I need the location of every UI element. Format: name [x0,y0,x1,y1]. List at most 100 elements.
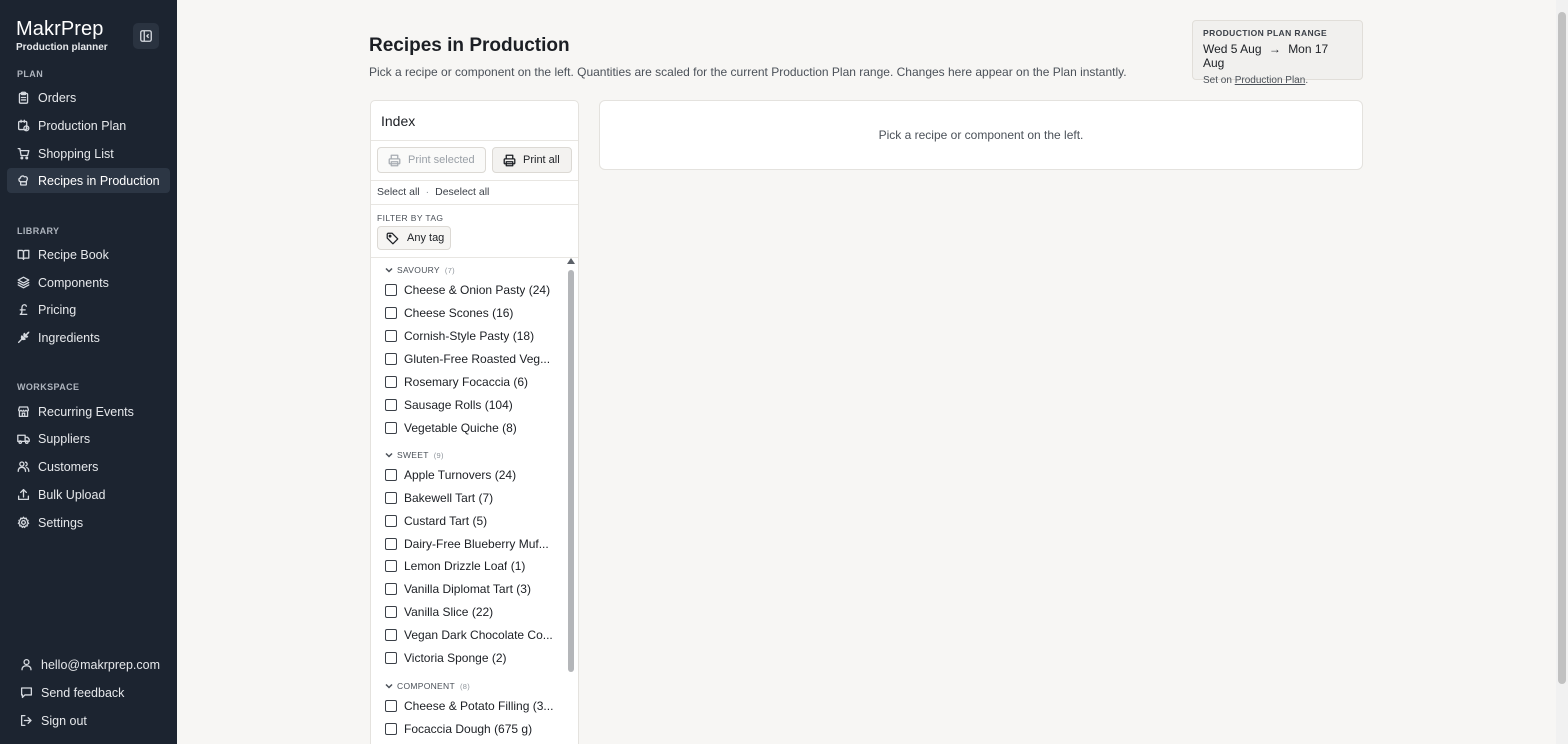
list-item[interactable]: Focaccia Dough (675 g) [385,722,565,736]
list-item[interactable]: Bakewell Tart (7) [385,491,565,505]
index-scrollbar[interactable] [567,258,575,744]
nav-item-pricing[interactable]: Pricing [7,297,170,322]
nav-item-shopping-list[interactable]: Shopping List [7,141,170,166]
group-name: COMPONENT [397,681,455,691]
detail-panel: Pick a recipe or component on the left. [599,100,1363,170]
checkbox[interactable] [385,376,397,388]
checkbox[interactable] [385,307,397,319]
checkbox[interactable] [385,538,397,550]
section-label-workspace: WORKSPACE [17,382,80,392]
checkbox[interactable] [385,606,397,618]
checkbox[interactable] [385,723,397,735]
print-selected-button[interactable]: Print selected [377,147,486,173]
arrow-right-icon: → [1268,42,1281,56]
list-item[interactable]: Dairy-Free Blueberry Muf... [385,537,565,551]
nav-item-orders[interactable]: Orders [7,85,170,110]
group-header-savoury[interactable]: SAVOURY (7) [385,265,455,275]
list-item[interactable]: Custard Tart (5) [385,514,565,528]
group-header-component[interactable]: COMPONENT (8) [385,681,470,691]
tag-filter-button[interactable]: Any tag [377,226,451,250]
item-name: Cheese & Onion Pasty [404,283,526,297]
signout-label: Sign out [41,714,87,728]
selection-controls: Select all · Deselect all [377,186,489,198]
send-feedback-button[interactable]: Send feedback [20,686,124,700]
checkbox[interactable] [385,469,397,481]
tag-icon [386,232,399,244]
item-name: Vanilla Diplomat Tart [404,582,513,596]
list-item[interactable]: Vegan Dark Chocolate Co... [385,628,565,642]
nav-item-components[interactable]: Components [7,270,170,295]
item-qty: (24) [528,283,551,297]
list-item[interactable]: Rosemary Focaccia (6) [385,375,565,389]
deselect-all-link[interactable]: Deselect all [435,186,489,198]
item-qty: (1) [510,559,526,573]
checkbox[interactable] [385,629,397,641]
list-item[interactable]: Vanilla Slice (22) [385,605,565,619]
list-item[interactable]: Cornish-Style Pasty (18) [385,329,565,343]
list-item[interactable]: Cheese & Onion Pasty (24) [385,283,565,297]
gear-icon [17,516,31,530]
nav-item-bulk-upload[interactable]: Bulk Upload [7,482,170,507]
checkbox[interactable] [385,353,397,365]
index-panel: Index Print selected Print all Select al… [370,100,579,744]
account-email[interactable]: hello@makrprep.com [20,658,160,672]
nav-item-recipes-in-production[interactable]: Recipes in Production [7,168,170,193]
divider [371,140,578,141]
item-qty: (16) [492,306,514,320]
nav-item-suppliers[interactable]: Suppliers [7,426,170,451]
scroll-up-arrow-icon[interactable] [567,258,575,264]
nav-item-production-plan[interactable]: Production Plan [7,113,170,138]
list-item[interactable]: Vanilla Diplomat Tart (3) [385,582,565,596]
nav-item-recipe-book[interactable]: Recipe Book [7,242,170,267]
checkbox[interactable] [385,330,397,342]
group-name: SAVOURY [397,265,440,275]
list-item[interactable]: Apple Turnovers (24) [385,468,565,482]
list-item[interactable]: Cheese Scones (16) [385,306,565,320]
nav-item-customers[interactable]: Customers [7,454,170,479]
checkbox[interactable] [385,492,397,504]
checkbox[interactable] [385,399,397,411]
list-item[interactable]: Cheese & Potato Filling (3... [385,699,565,713]
collapse-sidebar-button[interactable] [133,23,159,49]
item-qty: (2) [491,651,507,665]
print-all-button[interactable]: Print all [492,147,572,173]
nav-label: Pricing [38,302,77,317]
checkbox[interactable] [385,652,397,664]
clipboard-icon [17,91,31,105]
brand: MakrPrep Production planner [16,18,108,53]
item-name: Dairy-Free Blueberry Muf... [404,537,549,551]
sign-out-button[interactable]: Sign out [20,714,87,728]
checkbox[interactable] [385,284,397,296]
nav-item-ingredients[interactable]: Ingredients [7,325,170,350]
list-item[interactable]: Victoria Sponge (2) [385,651,565,665]
nav-label: Suppliers [38,431,91,446]
list-item[interactable]: Lemon Drizzle Loaf (1) [385,559,565,573]
item-qty: (6) [513,375,529,389]
checkbox[interactable] [385,422,397,434]
item-qty: (5) [472,514,488,528]
book-icon [17,248,31,262]
checkbox[interactable] [385,700,397,712]
page-scrollbar[interactable] [1556,0,1568,744]
list-item[interactable]: Vegetable Quiche (8) [385,421,565,435]
nav-item-recurring-events[interactable]: Recurring Events [7,399,170,424]
nav-label: Components [38,275,109,290]
checkbox[interactable] [385,560,397,572]
list-item[interactable]: Sausage Rolls (104) [385,398,565,412]
upload-icon [17,488,31,502]
nav-item-settings[interactable]: Settings [7,510,170,535]
scroll-thumb[interactable] [568,270,574,672]
checkbox[interactable] [385,515,397,527]
divider [371,257,578,258]
select-all-link[interactable]: Select all [377,186,420,198]
page-scroll-thumb[interactable] [1558,12,1566,684]
production-plan-link[interactable]: Production Plan [1235,75,1306,86]
section-label-library: LIBRARY [17,226,60,236]
printer-icon [503,154,516,166]
nav-label: Production Plan [38,118,127,133]
chef-hat-icon [17,174,31,188]
list-item[interactable]: Gluten-Free Roasted Veg... [385,352,565,366]
detail-placeholder: Pick a recipe or component on the left. [878,128,1084,142]
checkbox[interactable] [385,583,397,595]
group-header-sweet[interactable]: SWEET (9) [385,450,444,460]
